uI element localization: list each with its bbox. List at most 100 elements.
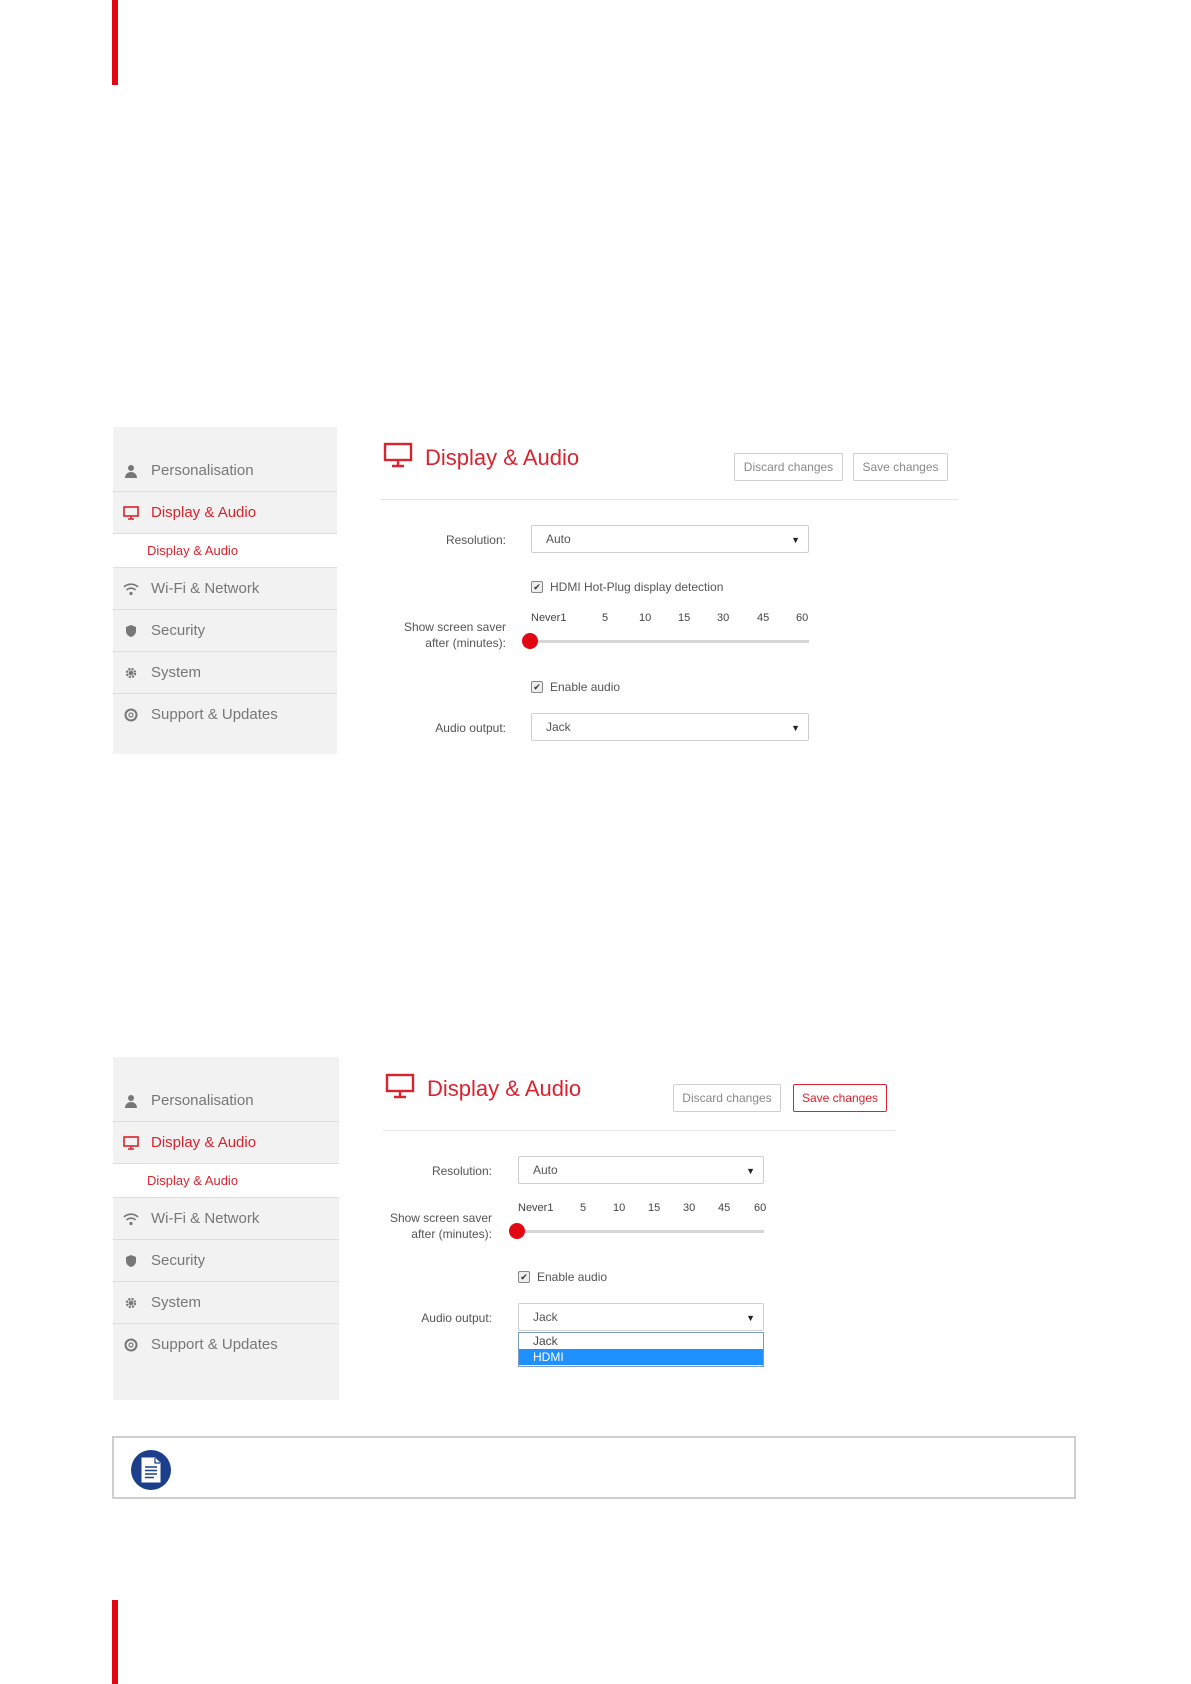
sidebar-item-display-audio[interactable]: Display & Audio [113,492,337,534]
monitor-icon [383,442,413,474]
settings-sidebar: Personalisation Display & Audio Display … [113,1057,339,1400]
sidebar-item-wifi-network[interactable]: Wi-Fi & Network [113,568,337,610]
sidebar-item-system[interactable]: System [113,652,337,694]
tick-label: 10 [613,1202,626,1214]
header-divider [383,1130,895,1131]
enable-audio-label: Enable audio [537,1270,608,1284]
tick-label: 5 [602,612,609,624]
resolution-select[interactable]: Auto ▼ [518,1156,764,1184]
screensaver-slider-handle[interactable] [509,1223,525,1239]
page-title-text: Display & Audio [425,445,580,470]
tick-label: 60 [754,1202,767,1214]
audio-output-select[interactable]: Jack ▼ [531,713,809,741]
save-changes-button[interactable]: Save changes [793,1084,887,1112]
discard-changes-button[interactable]: Discard changes [734,453,843,481]
discard-changes-button[interactable]: Discard changes [673,1084,781,1112]
shield-icon [123,623,139,639]
sidebar-item-label: Security [151,622,206,639]
sidebar-subitem-display-audio[interactable]: Display & Audio [113,1164,339,1198]
hotplug-checkbox[interactable]: ✔ HDMI Hot-Plug display detection [531,580,723,594]
enable-audio-checkbox[interactable]: ✔ Enable audio [531,680,620,694]
chevron-down-icon: ▼ [791,723,800,733]
header-divider [381,499,958,500]
tick-label: 5 [580,1202,587,1214]
sidebar-item-label: Security [151,1252,206,1269]
sidebar-item-support-updates[interactable]: Support & Updates [113,694,337,735]
tick-label: 15 [678,612,691,624]
chevron-down-icon: ▼ [791,535,800,545]
checkbox-checked-icon: ✔ [531,581,543,593]
sidebar-item-system[interactable]: System [113,1282,339,1324]
resolution-label: Resolution: [445,533,506,547]
sidebar-item-label: System [151,664,202,681]
monitor-icon [123,1135,139,1151]
audio-output-select[interactable]: Jack ▼ [518,1303,764,1331]
tick-label: Never1 [518,1202,554,1214]
page-title: Display & Audio [385,1073,581,1105]
gear-icon [123,1295,139,1311]
chevron-down-icon: ▼ [746,1313,755,1323]
audio-output-label: Audio output: [421,1311,492,1325]
lifebuoy-icon [123,707,139,723]
sidebar-item-label: Display & Audio [151,504,257,521]
user-icon [123,463,139,479]
screensaver-slider-track[interactable] [518,1230,764,1233]
tick-label: Never1 [531,612,567,624]
enable-audio-checkbox[interactable]: ✔ Enable audio [518,1270,607,1284]
sidebar-item-wifi-network[interactable]: Wi-Fi & Network [113,1198,339,1240]
audio-output-dropdown: Jack HDMI [518,1332,764,1367]
sidebar-subitem-label: Display & Audio [147,1173,239,1188]
screensaver-label-line1: Show screen saver [403,620,506,634]
resolution-label: Resolution: [431,1164,492,1178]
dropdown-option-jack[interactable]: Jack [519,1333,763,1349]
wifi-icon [123,581,139,597]
screensaver-label: Show screen saver after (minutes): [366,1210,492,1242]
sidebar-item-personalisation[interactable]: Personalisation [113,450,337,492]
page-title: Display & Audio [383,442,579,474]
tick-label: 30 [683,1202,696,1214]
document-icon [131,1450,171,1490]
tick-label: 45 [718,1202,731,1214]
user-icon [123,1093,139,1109]
sidebar-item-personalisation[interactable]: Personalisation [113,1080,339,1122]
tick-label: 45 [757,612,770,624]
sidebar-item-label: Wi-Fi & Network [151,580,260,597]
sidebar-item-label: Display & Audio [151,1134,257,1151]
sidebar-item-support-updates[interactable]: Support & Updates [113,1324,339,1365]
wifi-icon [123,1211,139,1227]
gear-icon [123,665,139,681]
checkbox-checked-icon: ✔ [518,1271,530,1283]
sidebar-subitem-display-audio[interactable]: Display & Audio [113,534,337,568]
sidebar-item-security[interactable]: Security [113,1240,339,1282]
sidebar-item-label: Personalisation [151,1092,254,1109]
sidebar-subitem-label: Display & Audio [147,543,239,558]
resolution-select[interactable]: Auto ▼ [531,525,809,553]
shield-icon [123,1253,139,1269]
sidebar-item-label: System [151,1294,202,1311]
screensaver-tick-labels: Never1 5 10 15 30 45 60 [531,612,811,626]
save-changes-button[interactable]: Save changes [853,453,948,481]
page-accent-bar-top [112,0,118,85]
monitor-icon [385,1073,415,1105]
page-accent-bar-bottom [112,1600,118,1684]
screensaver-label: Show screen saver after (minutes): [380,619,506,651]
chevron-down-icon: ▼ [746,1166,755,1176]
resolution-value: Auto [533,1163,558,1177]
audio-output-value: Jack [546,720,571,734]
tick-label: 10 [639,612,652,624]
tick-label: 30 [717,612,730,624]
screensaver-slider-handle[interactable] [522,633,538,649]
sidebar-item-display-audio[interactable]: Display & Audio [113,1122,339,1164]
enable-audio-label: Enable audio [550,680,621,694]
settings-sidebar: Personalisation Display & Audio Display … [113,427,337,754]
dropdown-option-hdmi[interactable]: HDMI [519,1349,763,1365]
screensaver-slider-track[interactable] [531,640,809,643]
monitor-icon [123,505,139,521]
sidebar-item-label: Wi-Fi & Network [151,1210,260,1227]
checkbox-checked-icon: ✔ [531,681,543,693]
screensaver-label-line2: after (minutes): [411,1227,492,1241]
resolution-value: Auto [546,532,571,546]
tick-label: 60 [796,612,809,624]
screensaver-label-line2: after (minutes): [425,636,506,650]
sidebar-item-security[interactable]: Security [113,610,337,652]
